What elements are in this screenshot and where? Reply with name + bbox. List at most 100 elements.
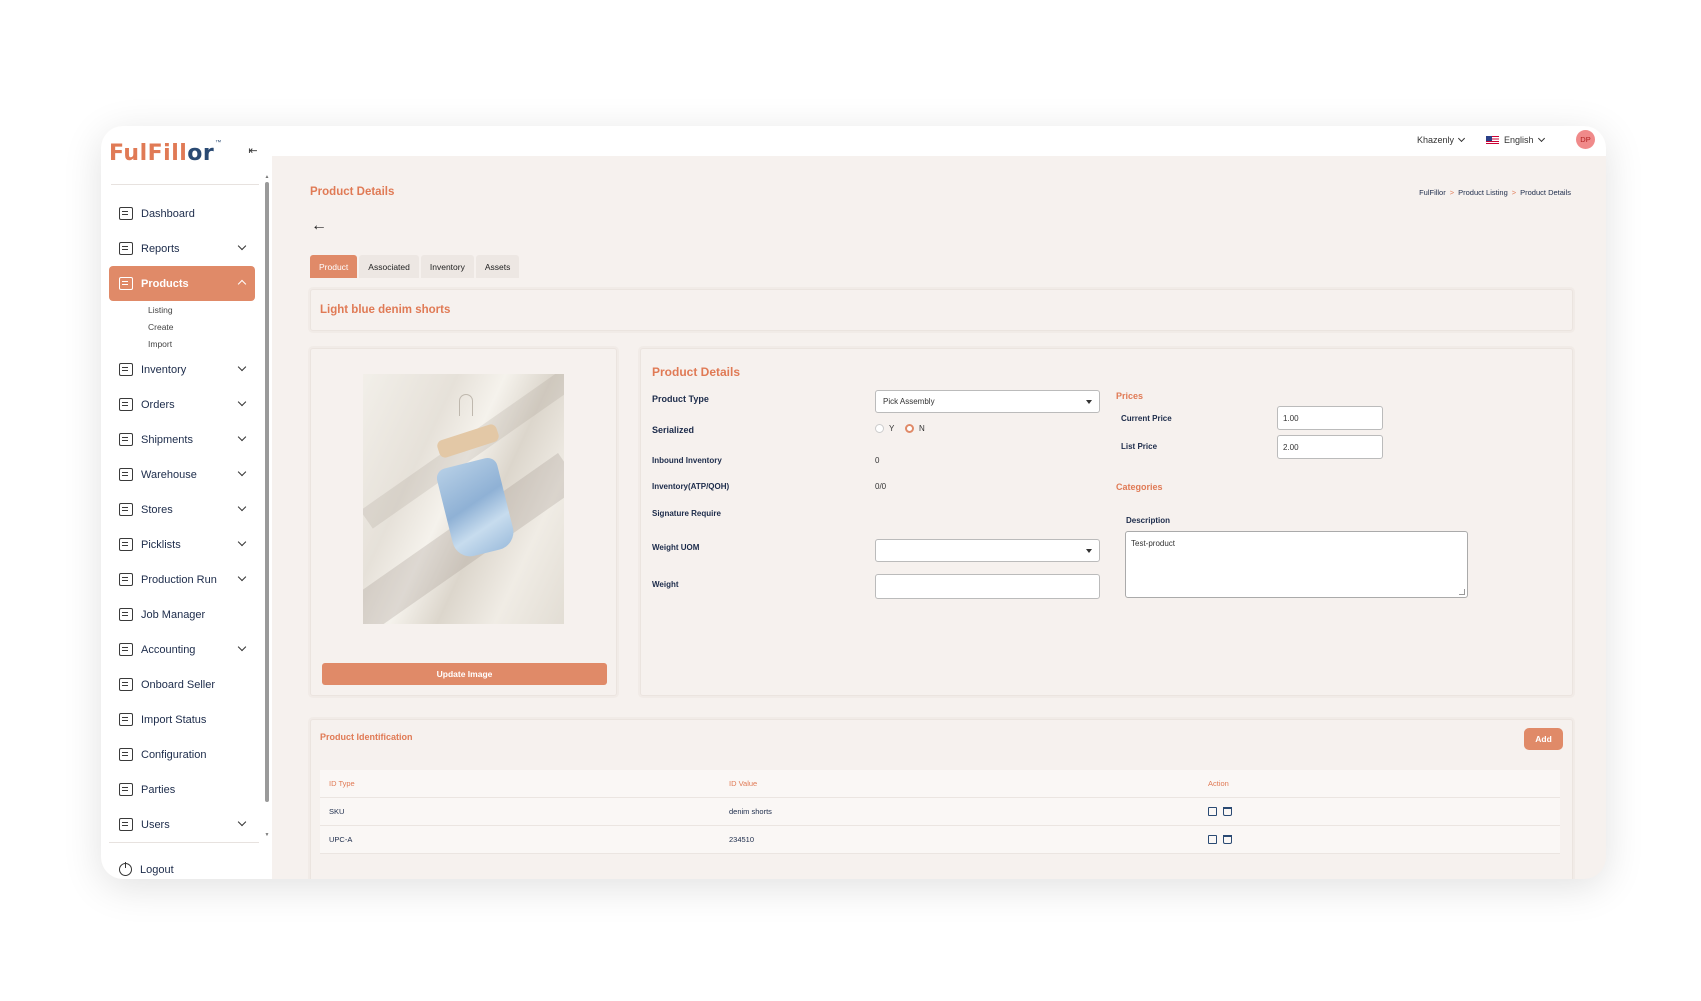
breadcrumb: FulFillor > Product Listing > Product De… [1419, 188, 1571, 197]
serialized-radio-y[interactable]: Y [875, 424, 894, 433]
radio-label-n: N [919, 424, 925, 433]
chevron-down-icon [237, 397, 247, 407]
edit-icon[interactable] [1208, 835, 1217, 844]
sidebar-subitem-listing[interactable]: Listing [109, 301, 255, 318]
production-run-icon [119, 573, 133, 586]
back-arrow-icon[interactable]: ← [311, 218, 327, 234]
stores-icon [119, 503, 133, 516]
breadcrumb-item-listing[interactable]: Product Listing [1458, 188, 1508, 197]
tab-bar: Product Associated Inventory Assets [310, 255, 520, 278]
sidebar-item-stores[interactable]: Stores [109, 492, 255, 527]
tab-assets[interactable]: Assets [475, 255, 520, 278]
sidebar-item-parties[interactable]: Parties [109, 772, 255, 807]
divider [111, 184, 259, 185]
sidebar-item-label: Orders [141, 398, 175, 411]
users-icon [119, 818, 133, 831]
trash-icon[interactable] [1223, 807, 1232, 816]
product-type-value: Pick Assembly [883, 397, 935, 406]
sidebar-item-import-status[interactable]: Import Status [109, 702, 255, 737]
identification-table: ID Type ID Value Action SKU denim shorts… [320, 770, 1560, 854]
sidebar-subitem-create[interactable]: Create [109, 318, 255, 335]
product-identification-card: Product Identification Add ID Type ID Va… [310, 719, 1573, 879]
chevron-up-icon [237, 279, 247, 289]
sidebar-item-label: Stores [141, 503, 173, 516]
product-name: Light blue denim shorts [320, 304, 451, 316]
sidebar-item-users[interactable]: Users [109, 807, 255, 842]
weight-uom-select[interactable] [875, 539, 1100, 562]
action-cell [1208, 807, 1232, 816]
sidebar-item-production-run[interactable]: Production Run [109, 562, 255, 597]
signature-require-label: Signature Require [652, 509, 721, 518]
inbound-inventory-value: 0 [875, 456, 880, 465]
scroll-down-arrow[interactable]: ▼ [264, 832, 270, 838]
collapse-sidebar-icon[interactable]: ⇤ [247, 144, 259, 157]
product-type-select[interactable]: Pick Assembly [875, 390, 1100, 413]
trash-icon[interactable] [1223, 835, 1232, 844]
sidebar-item-shipments[interactable]: Shipments [109, 422, 255, 457]
sidebar-scrollbar[interactable] [265, 182, 269, 802]
sidebar-item-label: Reports [141, 242, 180, 255]
sidebar-item-onboard-seller[interactable]: Onboard Seller [109, 667, 255, 702]
tab-product[interactable]: Product [310, 255, 358, 278]
main-content: Product Details FulFillor > Product List… [272, 156, 1606, 879]
chevron-down-icon [237, 817, 247, 827]
serialized-radio-n[interactable]: N [905, 424, 925, 433]
weight-input[interactable] [875, 574, 1100, 599]
breadcrumb-item-home[interactable]: FulFillor [1419, 188, 1446, 197]
sidebar-item-accounting[interactable]: Accounting [109, 632, 255, 667]
sidebar-item-label: Inventory [141, 363, 187, 376]
sidebar-item-label: Shipments [141, 433, 193, 446]
top-bar: Khazenly English DP [272, 126, 1606, 156]
parties-icon [119, 783, 133, 796]
avatar[interactable]: DP [1576, 130, 1595, 149]
description-textarea[interactable]: Test-product [1125, 531, 1468, 598]
sidebar-item-picklists[interactable]: Picklists [109, 527, 255, 562]
identification-title: Product Identification [320, 732, 413, 742]
organization-dropdown[interactable]: Khazenly [1417, 134, 1466, 145]
current-price-input[interactable]: 1.00 [1277, 406, 1383, 430]
sidebar-item-dashboard[interactable]: Dashboard [109, 196, 255, 231]
breadcrumb-separator: > [1511, 188, 1517, 197]
product-image-card: Update Image [310, 348, 617, 696]
sidebar-item-label: Configuration [141, 748, 207, 761]
column-header-id-type: ID Type [329, 779, 355, 788]
current-price-label: Current Price [1121, 414, 1172, 423]
sidebar-item-label: Users [141, 818, 170, 831]
sidebar-item-warehouse[interactable]: Warehouse [109, 457, 255, 492]
list-price-input[interactable]: 2.00 [1277, 435, 1383, 459]
chevron-down-icon [237, 362, 247, 372]
sidebar-nav: Dashboard Reports Products Listing Create Imp… [109, 196, 255, 842]
sidebar-subitem-import[interactable]: Import [109, 335, 255, 352]
breadcrumb-separator: > [1449, 188, 1455, 197]
weight-uom-label: Weight UOM [652, 543, 700, 552]
tab-inventory[interactable]: Inventory [420, 255, 474, 278]
table-row: UPC-A 234510 [320, 826, 1560, 854]
sidebar-item-configuration[interactable]: Configuration [109, 737, 255, 772]
sidebar-item-label: Production Run [141, 573, 217, 586]
edit-icon[interactable] [1208, 807, 1217, 816]
logout-button[interactable]: Logout [119, 862, 174, 876]
sidebar-item-inventory[interactable]: Inventory [109, 352, 255, 387]
sidebar-item-label: Warehouse [141, 468, 197, 481]
atp-qoh-label: Inventory(ATP/QOH) [652, 482, 730, 491]
sidebar-item-job-manager[interactable]: Job Manager [109, 597, 255, 632]
chevron-down-icon [237, 467, 247, 477]
language-dropdown[interactable]: English [1486, 134, 1545, 145]
chevron-down-icon [237, 537, 247, 547]
add-identification-button[interactable]: Add [1524, 728, 1563, 750]
caret-down-icon [1086, 400, 1092, 404]
update-image-button[interactable]: Update Image [322, 663, 607, 685]
trademark-mark: ™ [215, 140, 222, 146]
sidebar-item-reports[interactable]: Reports [109, 231, 255, 266]
sidebar-item-products[interactable]: Products [109, 266, 255, 301]
chevron-down-icon [237, 432, 247, 442]
id-type-cell: UPC-A [329, 835, 353, 844]
logo[interactable]: FulFillor ™ [109, 140, 221, 166]
sidebar-item-label: Parties [141, 783, 176, 796]
scroll-up-arrow[interactable]: ▲ [264, 174, 270, 180]
reports-icon [119, 242, 133, 255]
warehouse-icon [119, 468, 133, 481]
tab-associated[interactable]: Associated [359, 255, 419, 278]
product-details-card: Product Details Product Type Pick Assemb… [640, 348, 1573, 696]
sidebar-item-orders[interactable]: Orders [109, 387, 255, 422]
